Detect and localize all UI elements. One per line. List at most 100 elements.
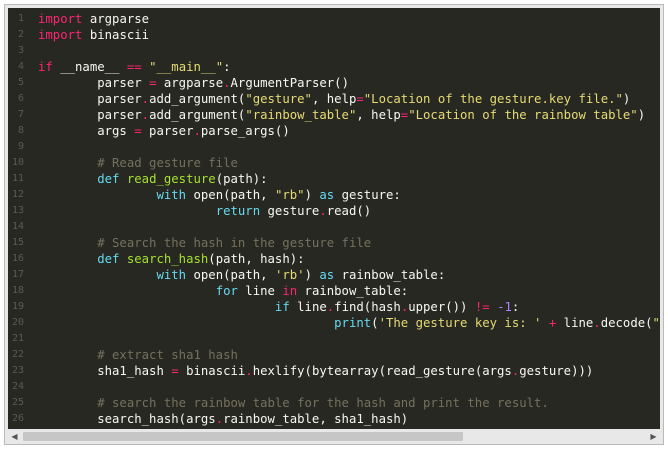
code-token: in xyxy=(282,284,298,298)
code-line: 15 # Search the hash in the gesture file xyxy=(8,235,660,251)
line-text: args = parser.parse_args() xyxy=(38,123,290,139)
code-line: 24 xyxy=(8,379,660,395)
code-token: argparse xyxy=(82,12,150,26)
code-token: parser xyxy=(38,108,142,122)
code-line: 9 xyxy=(8,139,660,155)
code-token: . xyxy=(593,316,601,330)
code-line: 8 args = parser.parse_args() xyxy=(8,123,660,139)
line-text: import binascii xyxy=(38,27,149,43)
code-token: = xyxy=(356,92,364,106)
line-text: sha1_hash = binascii.hexlify(bytearray(r… xyxy=(38,363,593,379)
code-token: sha1_hash xyxy=(38,364,172,378)
code-token: rainbow_table: xyxy=(297,284,409,298)
code-token: print xyxy=(334,316,372,330)
code-line: 16 def search_hash(path, hash): xyxy=(8,251,660,267)
code-line: 11 def read_gesture(path): xyxy=(8,171,660,187)
code-line: 18 for line in rainbow_table: xyxy=(8,283,660,299)
line-number: 7 xyxy=(17,109,24,120)
line-number: 19 xyxy=(11,301,24,312)
code-token: . xyxy=(141,92,150,106)
line-number: 9 xyxy=(17,141,24,152)
code-line: 3 xyxy=(8,43,660,59)
line-text: parser = argparse.ArgumentParser() xyxy=(38,75,349,91)
code-token: import xyxy=(38,28,83,42)
code-token: , help xyxy=(311,92,357,106)
code-token: . xyxy=(223,76,231,90)
code-line: 7 parser.add_argument("rainbow_table", h… xyxy=(8,107,660,123)
code-token: if xyxy=(38,60,53,74)
code-token: read_gesture xyxy=(126,172,216,186)
code-token: upper()) xyxy=(408,300,475,314)
line-number: 16 xyxy=(11,253,24,264)
line-number: 3 xyxy=(17,45,24,56)
code-token: ) xyxy=(637,108,646,122)
code-token: . xyxy=(193,124,201,138)
code-token: line xyxy=(556,316,594,330)
code-token: # Read gesture file xyxy=(38,156,238,170)
code-token: "Location of the rainbow table" xyxy=(408,108,638,122)
line-text: # search the rainbow table for the hash … xyxy=(38,395,549,411)
code-token: . xyxy=(245,364,253,378)
code-token: # search the rainbow table for the hash … xyxy=(38,396,549,410)
code-token: parser xyxy=(38,76,150,90)
line-number: 17 xyxy=(11,269,24,280)
line-text: import argparse xyxy=(38,11,149,27)
line-number: 21 xyxy=(11,333,24,344)
code-token: gesture: xyxy=(334,188,401,202)
code-token: "gesture" xyxy=(245,92,312,106)
line-number: 1 xyxy=(17,13,24,24)
code-token: gesture))) xyxy=(519,364,594,378)
horizontal-scrollbar[interactable]: ◀ ▶ xyxy=(8,430,660,443)
line-text: parser.add_argument("gesture", help="Loc… xyxy=(38,91,630,107)
code-token: open(path, xyxy=(186,268,275,282)
code-line: 13 return gesture.read() xyxy=(8,203,660,219)
code-token: = xyxy=(171,364,179,378)
code-token: return xyxy=(215,204,261,218)
code-line: 25 # search the rainbow table for the ha… xyxy=(8,395,660,411)
code-token: as xyxy=(319,268,335,282)
code-token: as xyxy=(319,188,335,202)
code-line: 10 # Read gesture file xyxy=(8,155,660,171)
line-text: def read_gesture(path): xyxy=(38,171,268,187)
code-token: # extract sha1 hash xyxy=(38,348,238,362)
code-line: 14 xyxy=(8,219,660,235)
line-number: 8 xyxy=(17,125,24,136)
line-number: 14 xyxy=(11,221,24,232)
scroll-left-arrow-icon[interactable]: ◀ xyxy=(8,430,21,443)
code-token: parser xyxy=(38,92,142,106)
code-editor[interactable]: 1 import argparse 2 import binascii 3 4 if __n… xyxy=(8,8,660,429)
code-line: 17 with open(path, 'rb') as rainbow_tabl… xyxy=(8,267,660,283)
code-token: ) xyxy=(622,92,631,106)
code-token: with xyxy=(156,188,187,202)
code-token: for xyxy=(215,284,238,298)
code-line: 1 import argparse xyxy=(8,11,660,27)
scrollbar-thumb[interactable] xyxy=(23,432,463,441)
line-text: parser.add_argument("rainbow_table", hel… xyxy=(38,107,645,123)
line-number: 4 xyxy=(17,61,24,72)
line-number: 13 xyxy=(11,205,24,216)
code-token: -1 xyxy=(497,300,512,314)
code-token: "utf- xyxy=(652,316,660,330)
code-token: argparse xyxy=(156,76,224,90)
line-number: 2 xyxy=(17,29,24,40)
code-token: rainbow_table: xyxy=(334,268,446,282)
line-text: with open(path, 'rb') as rainbow_table: xyxy=(38,267,445,283)
line-text: # Read gesture file xyxy=(38,155,238,171)
code-line: 4 if __name__ == "__main__": xyxy=(8,59,660,75)
code-token: rainbow_table, sha1_hash) xyxy=(223,412,409,426)
code-line: 19 if line.find(hash.upper()) != -1: xyxy=(8,299,660,315)
code-token: (path): xyxy=(215,172,268,186)
scroll-right-arrow-icon[interactable]: ▶ xyxy=(647,430,660,443)
line-number: 10 xyxy=(11,157,24,168)
line-text: if __name__ == "__main__": xyxy=(38,59,231,75)
code-token: == xyxy=(126,60,142,74)
